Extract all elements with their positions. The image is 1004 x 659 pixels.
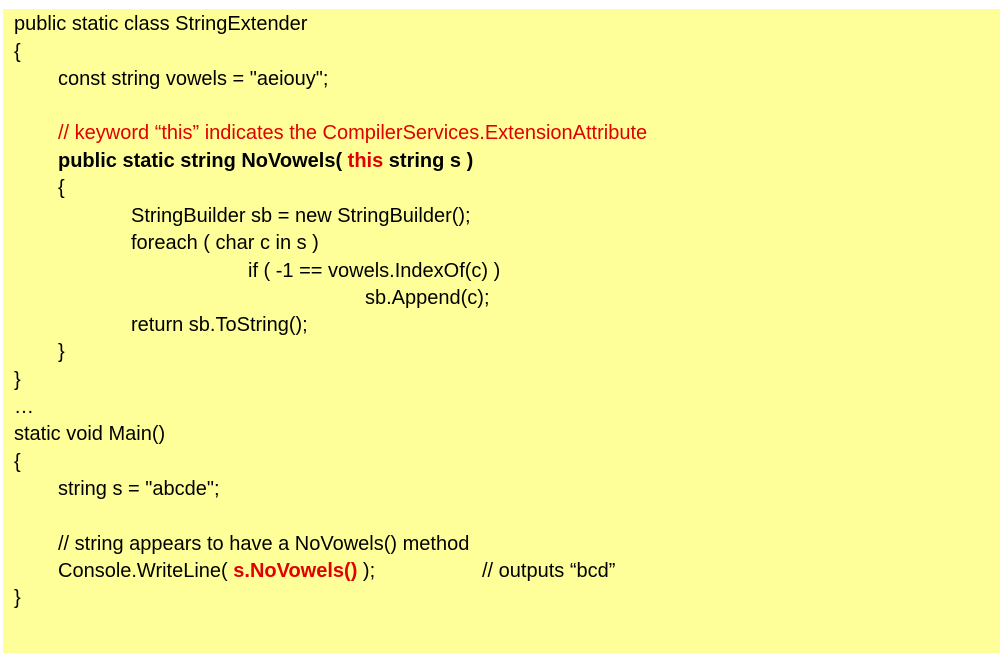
method-close-brace: } — [58, 341, 65, 363]
main-close-brace: } — [14, 587, 21, 609]
novowels-method-comment: // string appears to have a NoVowels() m… — [58, 533, 470, 555]
string-s-line: string s = "abcde"; — [58, 478, 220, 500]
signature-prefix: public static string NoVowels( — [58, 150, 348, 172]
if-indexof-line: if ( -1 == vowels.IndexOf(c) ) — [248, 260, 501, 282]
writeline-prefix: Console.WriteLine( — [58, 560, 234, 582]
console-writeline-line: Console.WriteLine( s.NoVowels() ); — [58, 559, 375, 583]
class-open-brace: { — [14, 41, 21, 63]
extension-attribute-comment: // keyword “this” indicates the Compiler… — [58, 122, 648, 144]
return-line: return sb.ToString(); — [131, 314, 308, 336]
writeline-suffix: ); — [357, 560, 376, 582]
stringbuilder-line: StringBuilder sb = new StringBuilder(); — [131, 205, 471, 227]
class-declaration-line: public static class StringExtender — [14, 13, 308, 35]
main-open-brace: { — [14, 451, 21, 473]
this-keyword: this — [347, 150, 384, 172]
append-line: sb.Append(c); — [365, 287, 490, 309]
code-slide-panel: public static class StringExtender { con… — [3, 9, 1000, 653]
method-open-brace: { — [58, 177, 65, 199]
ellipsis-line: … — [14, 396, 34, 418]
class-close-brace: } — [14, 369, 21, 391]
novowels-signature-line: public static string NoVowels( this stri… — [58, 149, 473, 173]
novowels-call: s.NoVowels() — [233, 560, 358, 582]
outputs-comment: // outputs “bcd” — [482, 560, 616, 582]
foreach-line: foreach ( char c in s ) — [131, 232, 319, 254]
vowels-const-line: const string vowels = "aeiouy"; — [58, 68, 329, 90]
signature-suffix: string s ) — [383, 150, 474, 172]
main-declaration-line: static void Main() — [14, 423, 166, 445]
